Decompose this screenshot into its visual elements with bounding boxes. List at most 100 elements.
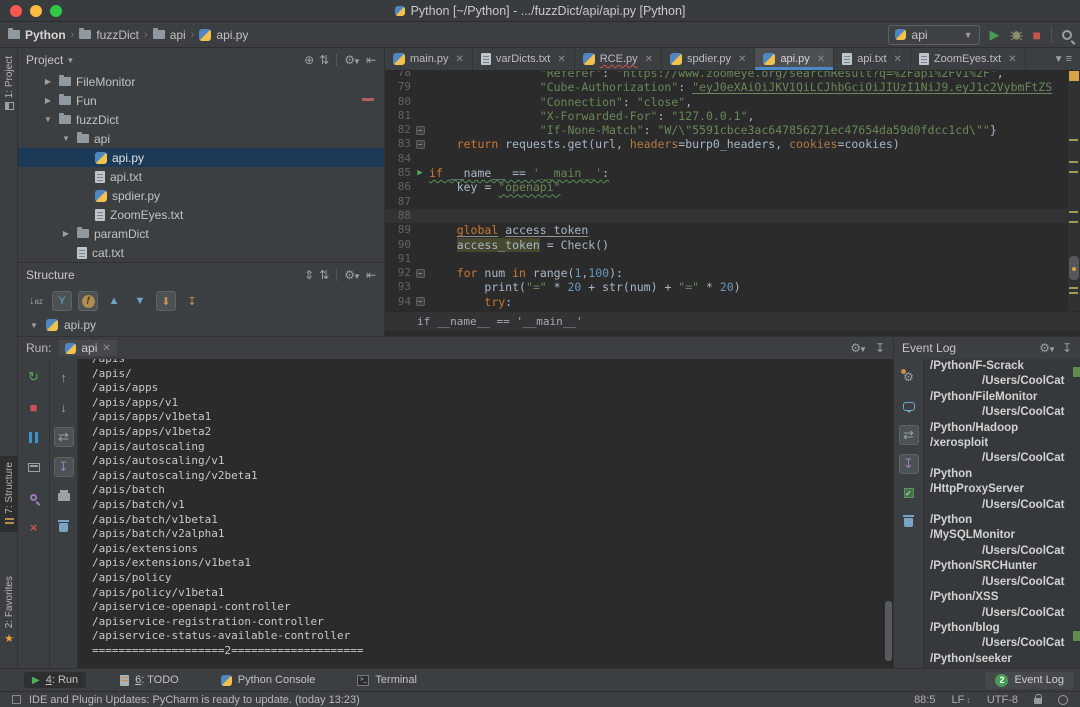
hide-panel-icon[interactable]: ↧ — [1062, 341, 1072, 355]
code-line-92[interactable]: 92− for num in range(1,100): — [385, 266, 1080, 280]
code-editor[interactable]: 78 "Referer": "https://www.zoomeye.org/s… — [385, 71, 1080, 311]
fold-marker-icon[interactable]: − — [416, 140, 425, 149]
run-button[interactable]: ▶ — [990, 28, 1000, 41]
project-tree-item-cat.txt[interactable]: cat.txt — [18, 243, 384, 260]
structure-panel-header[interactable]: Structure ⇕ ⇅ ⚙▼ ⇤ — [18, 263, 384, 287]
project-tree-item-api[interactable]: ▼api — [18, 129, 384, 148]
zoom-window-icon[interactable] — [50, 5, 62, 17]
expand-all-icon[interactable]: ▲ — [104, 291, 124, 311]
breadcrumb-item-api.py[interactable]: api.py — [199, 28, 248, 42]
breadcrumb-item-Python[interactable]: Python — [8, 28, 66, 42]
soft-wrap-icon[interactable]: ⇄ — [899, 425, 919, 445]
tree-arrow-icon[interactable]: ▶ — [60, 229, 72, 238]
code-line-82[interactable]: 82− "If-None-Match": "W/\"5591cbce3ac647… — [385, 123, 1080, 137]
fold-icon[interactable]: − — [411, 295, 429, 309]
close-tab-icon[interactable]: × — [24, 517, 44, 537]
code-line-78[interactable]: 78 "Referer": "https://www.zoomeye.org/s… — [385, 71, 1080, 80]
line-separator-indicator[interactable]: LF↕ — [951, 694, 970, 706]
debug-icon[interactable] — [1010, 28, 1023, 41]
editor-tab-spdier.py[interactable]: spdier.py✕ — [662, 48, 755, 70]
fold-icon[interactable]: − — [411, 266, 429, 280]
status-message[interactable]: IDE and Plugin Updates: PyCharm is ready… — [29, 694, 360, 706]
structure-root-item[interactable]: ▼ api.py — [18, 315, 384, 335]
project-tree-item-ZoomEyes.txt[interactable]: ZoomEyes.txt — [18, 205, 384, 224]
collapse-all-icon[interactable]: ⇅ — [319, 268, 329, 282]
run-console-output[interactable]: /apis/apis//apis/apps/apis/apps/v1/apis/… — [78, 359, 893, 669]
close-icon[interactable]: ✕ — [817, 54, 825, 65]
editor-tab-RCE.py[interactable]: RCE.py✕ — [575, 48, 662, 70]
project-tree-item-api.py[interactable]: api.py — [18, 148, 384, 167]
event-log-content[interactable]: /Python/F-Scrack/Users/CoolCat/Python/Fi… — [924, 359, 1080, 669]
inspections-status-icon[interactable] — [1058, 695, 1068, 705]
breadcrumb-item-api[interactable]: api — [153, 28, 186, 42]
project-tree-item-FileMonitor[interactable]: ▶FileMonitor — [18, 72, 384, 91]
tool-button-project[interactable]: 1: Project — [0, 56, 18, 110]
stop-icon[interactable]: ■ — [24, 397, 44, 417]
chevron-down-icon[interactable]: ▼ — [66, 56, 74, 65]
code-line-93[interactable]: 93 print("=" * 20 + str(num) + "=" * 20) — [385, 280, 1080, 294]
notifications-icon[interactable] — [899, 396, 919, 416]
scroll-to-end-icon[interactable]: ↧ — [54, 457, 74, 477]
status-bar-icon[interactable] — [12, 695, 21, 704]
tool-button-favorites[interactable]: 2: Favorites ★ — [0, 576, 18, 645]
locate-file-icon[interactable]: ⊕ — [304, 53, 314, 67]
autoscroll-to-source-icon[interactable]: ⬇ — [156, 291, 176, 311]
tree-arrow-icon[interactable]: ▼ — [42, 115, 54, 124]
code-line-80[interactable]: 80 "Connection": "close", — [385, 95, 1080, 109]
show-inherited-icon[interactable]: Y — [52, 291, 72, 311]
editor-tab-varDicts.txt[interactable]: varDicts.txt✕ — [473, 48, 575, 70]
tab-list-dropdown-icon[interactable]: ▼≡ — [1046, 48, 1080, 70]
lock-icon[interactable] — [1034, 698, 1042, 704]
code-line-87[interactable]: 87 — [385, 195, 1080, 209]
fold-icon[interactable]: − — [411, 137, 429, 151]
minimize-window-icon[interactable] — [30, 5, 42, 17]
code-line-86[interactable]: 86 key = "openapi" — [385, 180, 1080, 194]
tree-arrow-icon[interactable]: ▶ — [42, 77, 54, 86]
project-tree-item-Fun[interactable]: ▶Fun — [18, 91, 384, 110]
run-configuration-select[interactable]: api ▼ — [888, 25, 980, 45]
up-stack-trace-icon[interactable]: ↑ — [54, 367, 74, 387]
editor-tab-api.txt[interactable]: api.txt✕ — [834, 48, 911, 70]
close-icon[interactable]: ✕ — [456, 54, 464, 65]
code-line-89[interactable]: 89 global access_token — [385, 223, 1080, 237]
clear-log-icon[interactable] — [899, 512, 919, 532]
run-arrow-icon[interactable]: ▶ — [417, 166, 422, 180]
code-line-84[interactable]: 84 — [385, 152, 1080, 166]
encoding-indicator[interactable]: UTF-8 — [987, 694, 1018, 706]
scroll-to-end-icon[interactable]: ↧ — [899, 454, 919, 474]
tree-arrow-icon[interactable]: ▼ — [60, 134, 72, 143]
breadcrumb-item-fuzzDict[interactable]: fuzzDict — [79, 28, 139, 42]
show-console-icon[interactable] — [24, 457, 44, 477]
sort-alphabetically-icon[interactable]: ↓az — [26, 291, 46, 311]
code-line-94[interactable]: 94− try: — [385, 295, 1080, 309]
gear-icon[interactable]: ⚙▼ — [850, 341, 867, 355]
show-functions-icon[interactable]: f — [78, 291, 98, 311]
tool-window-button-Run[interactable]: ▶4: Run — [24, 672, 86, 688]
tool-button-structure[interactable]: 7: Structure — [0, 456, 18, 532]
close-icon[interactable]: ✕ — [1008, 54, 1016, 65]
collapse-all-icon[interactable]: ▼ — [130, 291, 150, 311]
autoscroll-from-source-icon[interactable]: ↧ — [182, 291, 202, 311]
collapse-all-icon[interactable]: ⇅ — [319, 53, 329, 67]
expand-all-icon[interactable]: ⇕ — [304, 268, 314, 282]
hide-panel-icon[interactable]: ↧ — [875, 341, 885, 355]
editor-breadcrumb[interactable]: if __name__ == '__main__' — [385, 311, 1080, 331]
console-scrollbar-thumb[interactable] — [885, 601, 892, 661]
caret-position[interactable]: 88:5 — [914, 694, 935, 706]
hide-panel-icon[interactable]: ⇤ — [366, 53, 376, 67]
tree-arrow-icon[interactable]: ▼ — [28, 321, 40, 330]
code-line-79[interactable]: 79 "Cube-Authorization": "eyJ0eXAiOiJKV1… — [385, 80, 1080, 94]
pin-tab-icon[interactable] — [24, 487, 44, 507]
editor-tab-api.py[interactable]: api.py✕ — [755, 48, 834, 70]
gear-icon[interactable]: ⚙▼ — [344, 53, 361, 67]
pause-output-icon[interactable] — [24, 427, 44, 447]
run-line-icon[interactable]: ▶ — [411, 166, 429, 180]
close-icon[interactable]: ✕ — [894, 54, 902, 65]
close-icon[interactable]: ✕ — [102, 343, 110, 354]
tool-window-button-Terminal[interactable]: >_Terminal — [349, 672, 425, 688]
clear-all-icon[interactable] — [54, 517, 74, 537]
run-tab[interactable]: api ✕ — [59, 340, 116, 356]
rerun-icon[interactable]: ↻ — [24, 367, 44, 387]
fold-icon[interactable]: − — [411, 123, 429, 137]
project-tree-item-paramDict[interactable]: ▶paramDict — [18, 224, 384, 243]
